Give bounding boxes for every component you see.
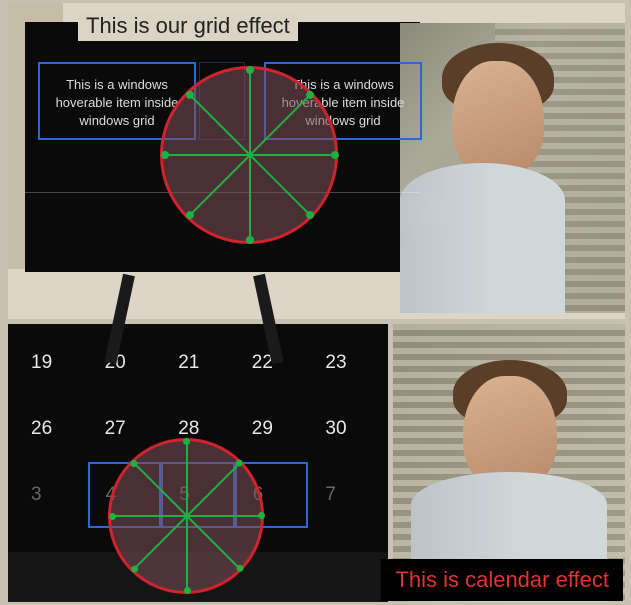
calendar-day[interactable]: 23 (308, 330, 382, 396)
reveal-cursor-icon (160, 66, 338, 244)
calendar-day[interactable]: 20 (88, 330, 162, 396)
calendar-day[interactable]: 21 (161, 330, 235, 396)
grid-item-text: This is a windows hoverable item inside … (56, 77, 179, 128)
bottom-caption: This is calendar effect (381, 559, 623, 601)
reveal-cursor-icon (108, 438, 264, 594)
bottom-panel-calendar: 19 20 21 22 23 26 27 28 29 30 3 4 5 6 7 (8, 324, 388, 602)
calendar-day[interactable]: 19 (14, 330, 88, 396)
calendar-day[interactable]: 30 (308, 396, 382, 462)
calendar-day[interactable]: 26 (14, 396, 88, 462)
head (452, 61, 544, 179)
person-pointing (400, 23, 625, 313)
calendar-day-next-month[interactable]: 7 (308, 462, 382, 528)
meme-container: This is our grid effect This is a window… (0, 0, 631, 605)
top-title: This is our grid effect (78, 11, 298, 41)
calendar-day-next-month[interactable]: 3 (14, 462, 88, 528)
calendar-day[interactable]: 29 (235, 396, 309, 462)
